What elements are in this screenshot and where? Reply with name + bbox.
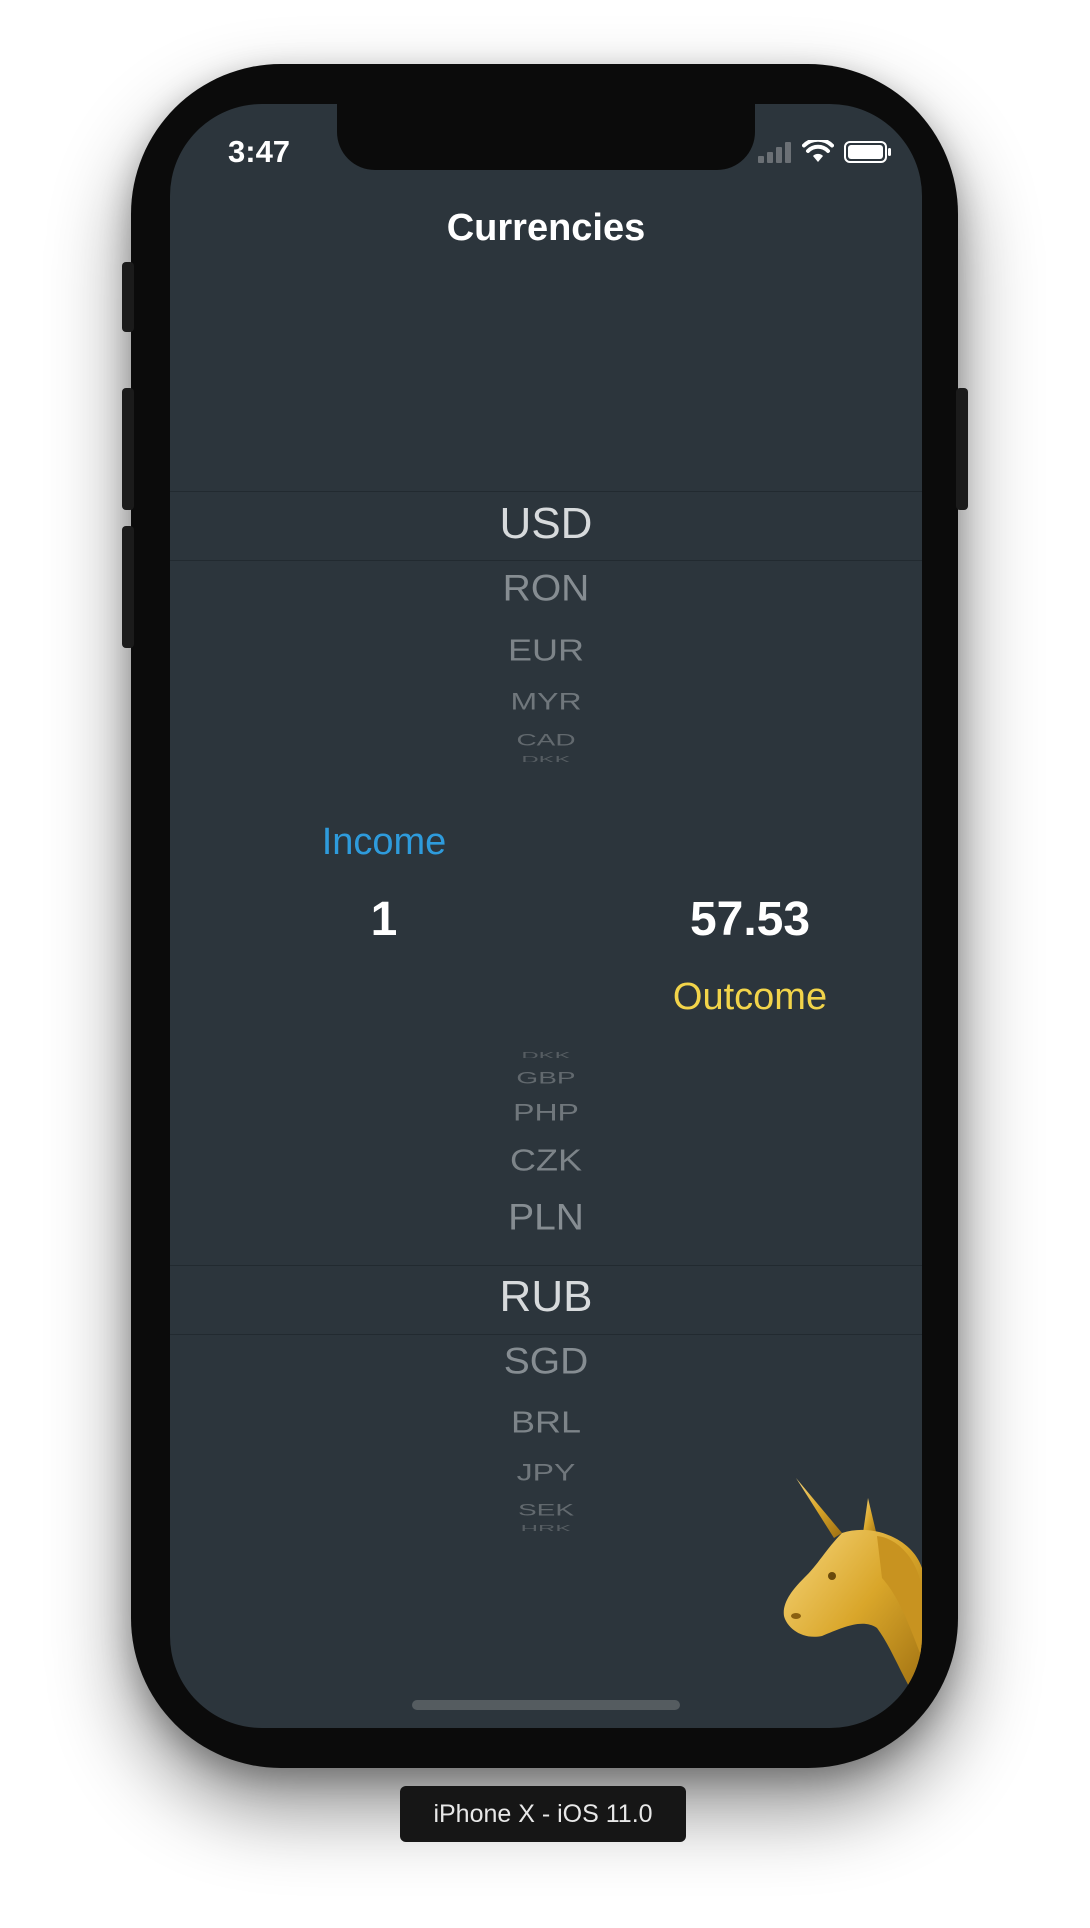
screen: 3:47 Currencies USD RON EUR MYR CAD DKK … <box>170 104 922 1728</box>
mute-switch <box>122 262 134 332</box>
volume-down-button <box>122 526 134 648</box>
signal-icon <box>758 142 791 163</box>
picker-item[interactable]: GBP <box>170 1068 922 1087</box>
from-currency-picker[interactable]: USD RON EUR MYR CAD DKK <box>170 484 922 904</box>
picker-item[interactable]: CZK <box>170 1142 922 1178</box>
device-label: iPhone X - iOS 11.0 <box>400 1786 686 1842</box>
picker-item[interactable]: RON <box>170 568 922 610</box>
income-value[interactable]: 1 <box>294 892 474 947</box>
notch <box>337 104 755 170</box>
wifi-icon <box>802 140 834 162</box>
picker-item[interactable]: DKK <box>170 754 922 762</box>
outcome-label: Outcome <box>672 976 828 1018</box>
outcome-value: 57.53 <box>689 893 811 946</box>
picker-item[interactable]: PHP <box>170 1099 922 1126</box>
income-label: Income <box>321 821 447 863</box>
home-indicator[interactable] <box>412 1700 680 1710</box>
picker-item[interactable]: PLN <box>170 1197 922 1239</box>
picker-item[interactable]: DKK <box>170 1050 922 1058</box>
picker-item-selected[interactable]: RUB <box>170 1272 922 1322</box>
battery-icon <box>844 141 891 163</box>
page-title: Currencies <box>446 207 646 249</box>
to-currency-picker[interactable]: DKK GBP PHP CZK PLN RUB SGD BRL <box>170 1044 922 1464</box>
picker-item-selected[interactable]: USD <box>170 499 922 549</box>
volume-up-button <box>122 388 134 510</box>
unicorn-mascot-icon <box>783 1478 922 1708</box>
status-icons <box>758 138 892 166</box>
picker-item[interactable]: MYR <box>170 688 922 715</box>
power-button <box>956 388 968 510</box>
status-time: 3:47 <box>228 134 291 169</box>
picker-item[interactable]: EUR <box>170 632 922 668</box>
picker-item[interactable]: CAD <box>170 730 922 749</box>
picker-item[interactable]: SGD <box>170 1341 922 1383</box>
picker-item[interactable]: BRL <box>170 1404 922 1440</box>
